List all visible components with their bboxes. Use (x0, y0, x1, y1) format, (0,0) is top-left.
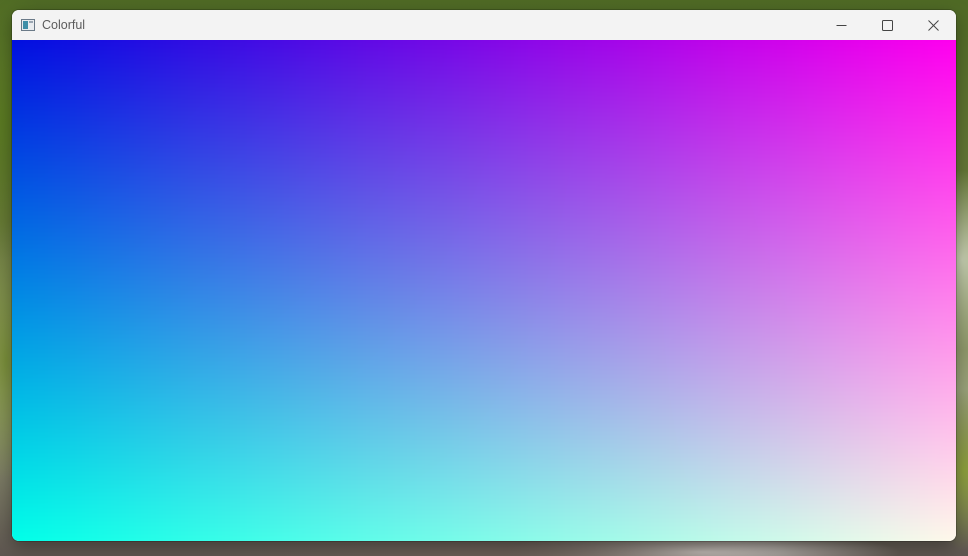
window-app-icon (21, 18, 35, 31)
app-window: Colorful (12, 10, 956, 541)
title-bar[interactable]: Colorful (12, 10, 956, 40)
maximize-icon (881, 19, 893, 31)
minimize-icon (836, 20, 847, 31)
close-button[interactable] (910, 10, 956, 40)
color-gradient-canvas[interactable] (12, 40, 956, 541)
window-title: Colorful (42, 18, 86, 32)
minimize-button[interactable] (818, 10, 864, 40)
maximize-button[interactable] (864, 10, 910, 40)
close-icon (927, 19, 939, 31)
